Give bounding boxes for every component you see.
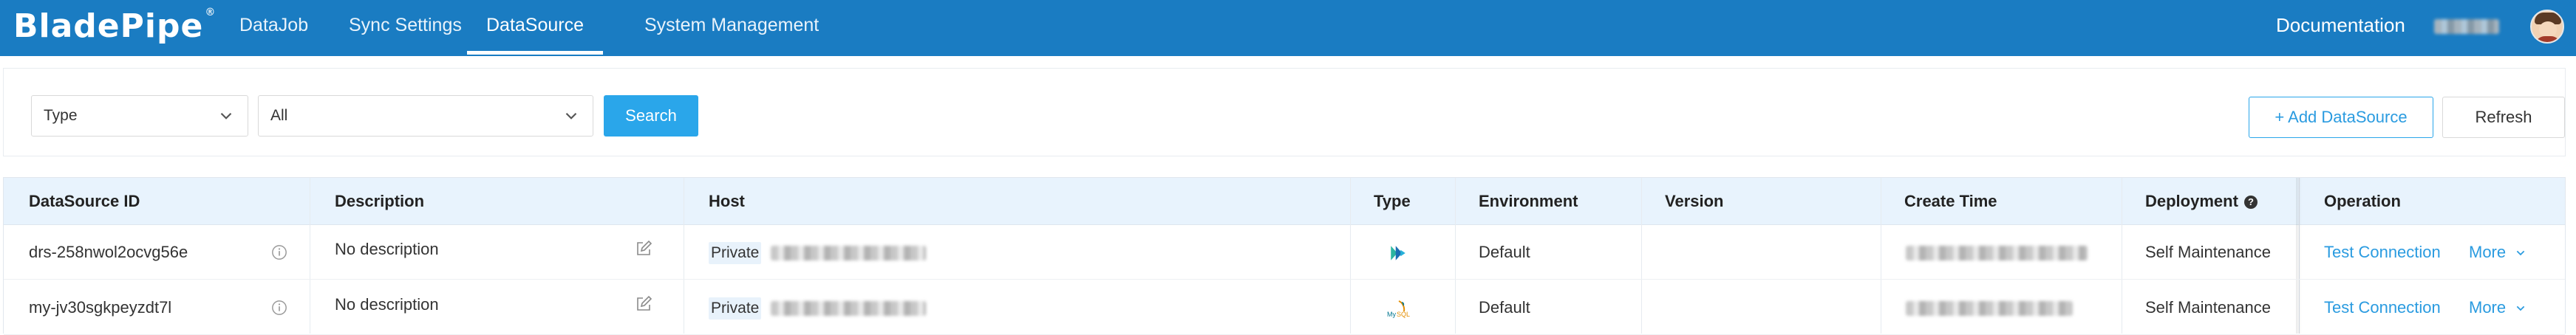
help-icon[interactable]: ? xyxy=(2243,196,2258,210)
column-header-version: Version xyxy=(1665,192,1724,210)
more-dropdown[interactable]: More xyxy=(2469,225,2526,280)
environment-value: Default xyxy=(1479,243,1530,261)
nav-tab-sync-settings[interactable]: Sync Settings xyxy=(349,0,462,56)
nav-tab-datasource[interactable]: DataSource xyxy=(467,0,604,56)
documentation-link[interactable]: Documentation xyxy=(2276,0,2405,56)
logo-registered-mark: ® xyxy=(205,7,217,18)
column-header-host: Host xyxy=(709,192,745,210)
svg-text:My: My xyxy=(1387,311,1396,318)
avatar-shirt xyxy=(2535,36,2561,42)
environment-value: Default xyxy=(1479,298,1530,317)
avatar-face xyxy=(2539,21,2557,38)
edit-icon[interactable] xyxy=(635,295,652,313)
description-text: No description xyxy=(335,240,439,258)
host-private-tag: Private xyxy=(709,242,762,264)
test-connection-link[interactable]: Test Connection xyxy=(2324,280,2441,335)
redacted-host xyxy=(771,246,926,260)
description-text: No description xyxy=(335,295,439,314)
table-header: DataSource ID Description Host Type Envi… xyxy=(4,178,2565,225)
info-icon[interactable] xyxy=(271,244,287,260)
table-row: drs-258nwol2ocvg56e No description Priva… xyxy=(4,225,2565,280)
deployment-value: Self Maintenance xyxy=(2145,243,2271,261)
filter-panel: Type All Search + Add DataSource Refresh xyxy=(3,68,2566,156)
more-label: More xyxy=(2469,243,2507,261)
host-private-tag: Private xyxy=(709,297,762,320)
more-label: More xyxy=(2469,298,2507,317)
column-header-type: Type xyxy=(1374,192,1411,210)
logo-text: BladePipe xyxy=(13,7,204,45)
refresh-button[interactable]: Refresh xyxy=(2442,97,2565,138)
user-avatar[interactable] xyxy=(2530,10,2564,44)
scope-select[interactable]: All xyxy=(258,95,593,137)
nav-tab-datajob[interactable]: DataJob xyxy=(239,0,308,56)
deployment-header-label: Deployment xyxy=(2145,192,2238,210)
chevron-down-icon xyxy=(2516,250,2525,256)
search-button[interactable]: Search xyxy=(604,95,698,137)
column-header-description: Description xyxy=(335,192,425,210)
type-select-value: Type xyxy=(44,107,78,124)
column-header-id: DataSource ID xyxy=(29,192,140,210)
edit-icon[interactable] xyxy=(635,240,652,258)
redacted-username[interactable] xyxy=(2434,19,2499,34)
redacted-create-time xyxy=(1906,301,2073,316)
column-header-operation: Operation xyxy=(2324,192,2401,210)
column-header-environment: Environment xyxy=(1479,192,1578,210)
svg-text:SQL: SQL xyxy=(1397,311,1410,318)
nav-tab-system-management[interactable]: System Management xyxy=(644,0,819,56)
type-select[interactable]: Type xyxy=(31,95,248,137)
chevron-down-icon xyxy=(565,112,577,120)
column-header-deployment: Deployment? xyxy=(2145,178,2258,225)
mysql-type-icon: My SQL xyxy=(1387,300,1410,318)
more-dropdown[interactable]: More xyxy=(2469,280,2526,335)
datasource-table: DataSource ID Description Host Type Envi… xyxy=(3,177,2566,335)
bladepipe-type-icon xyxy=(1391,246,1405,260)
info-icon[interactable] xyxy=(271,300,287,316)
scope-select-value: All xyxy=(270,107,288,124)
test-connection-link[interactable]: Test Connection xyxy=(2324,225,2441,280)
datasource-id[interactable]: drs-258nwol2ocvg56e xyxy=(29,225,188,280)
column-header-create-time: Create Time xyxy=(1904,192,1997,210)
chevron-down-icon xyxy=(220,112,232,120)
redacted-host xyxy=(771,301,926,316)
deployment-value: Self Maintenance xyxy=(2145,298,2271,317)
table-row: my-jv30sgkpeyzdt7l No description Privat… xyxy=(4,280,2565,335)
datasource-id[interactable]: my-jv30sgkpeyzdt7l xyxy=(29,280,171,335)
redacted-create-time xyxy=(1906,246,2088,260)
add-datasource-button[interactable]: + Add DataSource xyxy=(2249,97,2433,138)
top-nav-bar: BladePipe ® DataJob Sync Settings DataSo… xyxy=(0,0,2576,56)
chevron-down-icon xyxy=(2516,305,2525,311)
app-logo[interactable]: BladePipe ® xyxy=(13,1,216,50)
